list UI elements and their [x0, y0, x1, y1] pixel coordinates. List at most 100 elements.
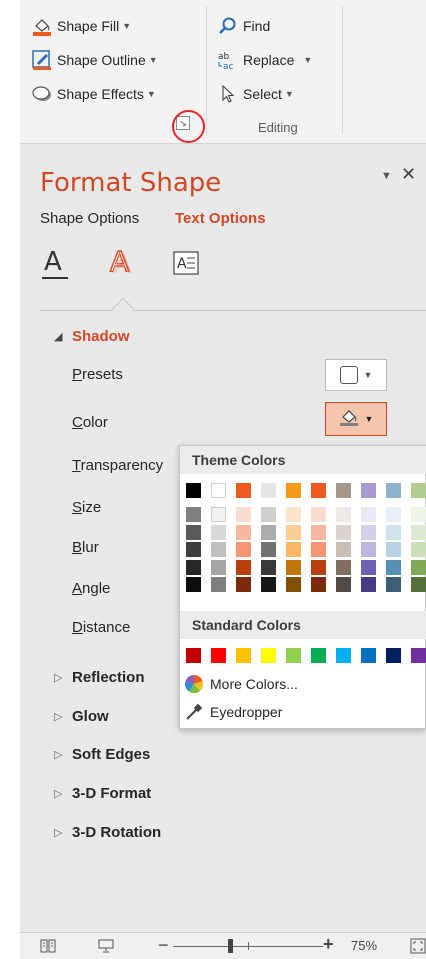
zoom-in-button[interactable]: +	[323, 934, 334, 955]
section-reflection-header[interactable]: ▷ Reflection	[54, 669, 145, 686]
standard-color-swatch[interactable]	[336, 648, 351, 663]
theme-color-shade-swatch[interactable]	[311, 559, 326, 575]
reading-view-icon[interactable]	[40, 938, 56, 954]
theme-color-shade-swatch[interactable]	[286, 542, 301, 557]
theme-color-shade-swatch[interactable]	[261, 559, 276, 575]
pane-options-chevron-icon[interactable]: ▼	[381, 170, 392, 182]
theme-color-shade-swatch[interactable]	[311, 507, 326, 522]
theme-color-shade-swatch[interactable]	[211, 559, 226, 575]
presets-dropdown-button[interactable]: ▼	[325, 359, 387, 391]
replace-button[interactable]: ab ac Replace ▼	[218, 47, 312, 73]
close-icon[interactable]: ✕	[401, 164, 416, 185]
theme-color-shade-swatch[interactable]	[361, 577, 376, 592]
standard-color-swatch[interactable]	[286, 648, 301, 663]
theme-color-shade-swatch[interactable]	[411, 559, 426, 575]
shadow-color-dropdown-button[interactable]: ▼	[325, 402, 387, 436]
theme-color-shade-swatch[interactable]	[261, 524, 276, 540]
theme-color-shade-swatch[interactable]	[411, 507, 426, 522]
eyedropper-item[interactable]: Eyedropper	[184, 700, 282, 724]
theme-color-shade-swatch[interactable]	[261, 507, 276, 522]
theme-color-shade-swatch[interactable]	[236, 507, 251, 522]
theme-color-swatch[interactable]	[261, 483, 276, 498]
section-soft-edges-header[interactable]: ▷ Soft Edges	[54, 746, 150, 763]
theme-color-shade-swatch[interactable]	[336, 507, 351, 522]
textbox-icon[interactable]: A	[172, 244, 206, 284]
theme-color-shade-swatch[interactable]	[186, 507, 201, 522]
theme-color-shade-swatch[interactable]	[211, 507, 226, 522]
tab-shape-options[interactable]: Shape Options	[40, 210, 139, 227]
text-fill-outline-icon[interactable]: A	[40, 244, 74, 284]
theme-color-swatch[interactable]	[311, 483, 326, 498]
theme-color-swatch[interactable]	[336, 483, 351, 498]
theme-color-shade-swatch[interactable]	[336, 542, 351, 557]
theme-color-shade-swatch[interactable]	[186, 577, 201, 592]
theme-color-shade-swatch[interactable]	[211, 524, 226, 540]
theme-color-shade-swatch[interactable]	[311, 524, 326, 540]
more-colors-item[interactable]: More Colors...	[184, 672, 298, 696]
theme-color-shade-swatch[interactable]	[261, 577, 276, 592]
section-3d-rotation-header[interactable]: ▷ 3-D Rotation	[54, 824, 161, 841]
theme-color-shade-swatch[interactable]	[336, 524, 351, 540]
theme-color-shade-swatch[interactable]	[286, 524, 301, 540]
section-glow-header[interactable]: ▷ Glow	[54, 708, 109, 725]
theme-color-shade-swatch[interactable]	[411, 577, 426, 592]
theme-color-shade-swatch[interactable]	[311, 577, 326, 592]
theme-color-shade-swatch[interactable]	[386, 559, 401, 575]
shape-effects-button[interactable]: Shape Effects ▼	[32, 81, 156, 107]
zoom-out-button[interactable]: −	[158, 935, 169, 956]
standard-color-swatch[interactable]	[236, 648, 251, 663]
standard-color-swatch[interactable]	[411, 648, 426, 663]
theme-color-shade-swatch[interactable]	[361, 524, 376, 540]
select-button[interactable]: Select ▼	[218, 81, 294, 107]
theme-color-shade-swatch[interactable]	[186, 524, 201, 540]
theme-color-shade-swatch[interactable]	[286, 507, 301, 522]
theme-color-shade-swatch[interactable]	[361, 542, 376, 557]
theme-color-swatch[interactable]	[211, 483, 226, 498]
slide-show-icon[interactable]	[98, 938, 114, 954]
theme-color-shade-swatch[interactable]	[411, 542, 426, 557]
shape-fill-button[interactable]: Shape Fill ▼	[32, 13, 131, 39]
theme-color-shade-swatch[interactable]	[386, 507, 401, 522]
theme-color-shade-swatch[interactable]	[361, 507, 376, 522]
theme-color-swatch[interactable]	[286, 483, 301, 498]
theme-color-shade-swatch[interactable]	[261, 542, 276, 557]
theme-color-swatch[interactable]	[411, 483, 426, 498]
theme-color-shade-swatch[interactable]	[286, 559, 301, 575]
theme-color-swatch[interactable]	[236, 483, 251, 498]
theme-color-shade-swatch[interactable]	[236, 577, 251, 592]
standard-color-swatch[interactable]	[386, 648, 401, 663]
theme-color-shade-swatch[interactable]	[386, 524, 401, 540]
standard-color-swatch[interactable]	[261, 648, 276, 663]
theme-color-shade-swatch[interactable]	[311, 542, 326, 557]
theme-color-shade-swatch[interactable]	[236, 559, 251, 575]
zoom-slider-thumb[interactable]	[228, 939, 233, 953]
theme-color-shade-swatch[interactable]	[186, 542, 201, 557]
theme-color-shade-swatch[interactable]	[386, 542, 401, 557]
text-effects-icon[interactable]: AA	[106, 244, 140, 284]
theme-color-shade-swatch[interactable]	[336, 577, 351, 592]
theme-color-swatch[interactable]	[361, 483, 376, 498]
find-button[interactable]: Find	[218, 13, 270, 39]
theme-color-shade-swatch[interactable]	[236, 542, 251, 557]
theme-color-swatch[interactable]	[186, 483, 201, 498]
theme-color-shade-swatch[interactable]	[211, 577, 226, 592]
section-3d-format-header[interactable]: ▷ 3-D Format	[54, 785, 151, 802]
standard-color-swatch[interactable]	[186, 648, 201, 663]
tab-text-options[interactable]: Text Options	[175, 210, 266, 227]
theme-color-shade-swatch[interactable]	[386, 577, 401, 592]
zoom-level[interactable]: 75%	[351, 938, 377, 953]
theme-color-shade-swatch[interactable]	[286, 577, 301, 592]
theme-color-shade-swatch[interactable]	[411, 524, 426, 540]
shape-outline-button[interactable]: Shape Outline ▼	[32, 47, 158, 73]
theme-color-shade-swatch[interactable]	[186, 559, 201, 575]
standard-color-swatch[interactable]	[311, 648, 326, 663]
theme-color-shade-swatch[interactable]	[211, 542, 226, 557]
section-shadow-header[interactable]: ◢ Shadow	[54, 328, 130, 345]
fit-to-window-icon[interactable]	[410, 938, 426, 954]
theme-color-swatch[interactable]	[386, 483, 401, 498]
theme-color-shade-swatch[interactable]	[236, 524, 251, 540]
theme-color-shade-swatch[interactable]	[336, 559, 351, 575]
standard-color-swatch[interactable]	[361, 648, 376, 663]
standard-color-swatch[interactable]	[211, 648, 226, 663]
theme-color-shade-swatch[interactable]	[361, 559, 376, 575]
